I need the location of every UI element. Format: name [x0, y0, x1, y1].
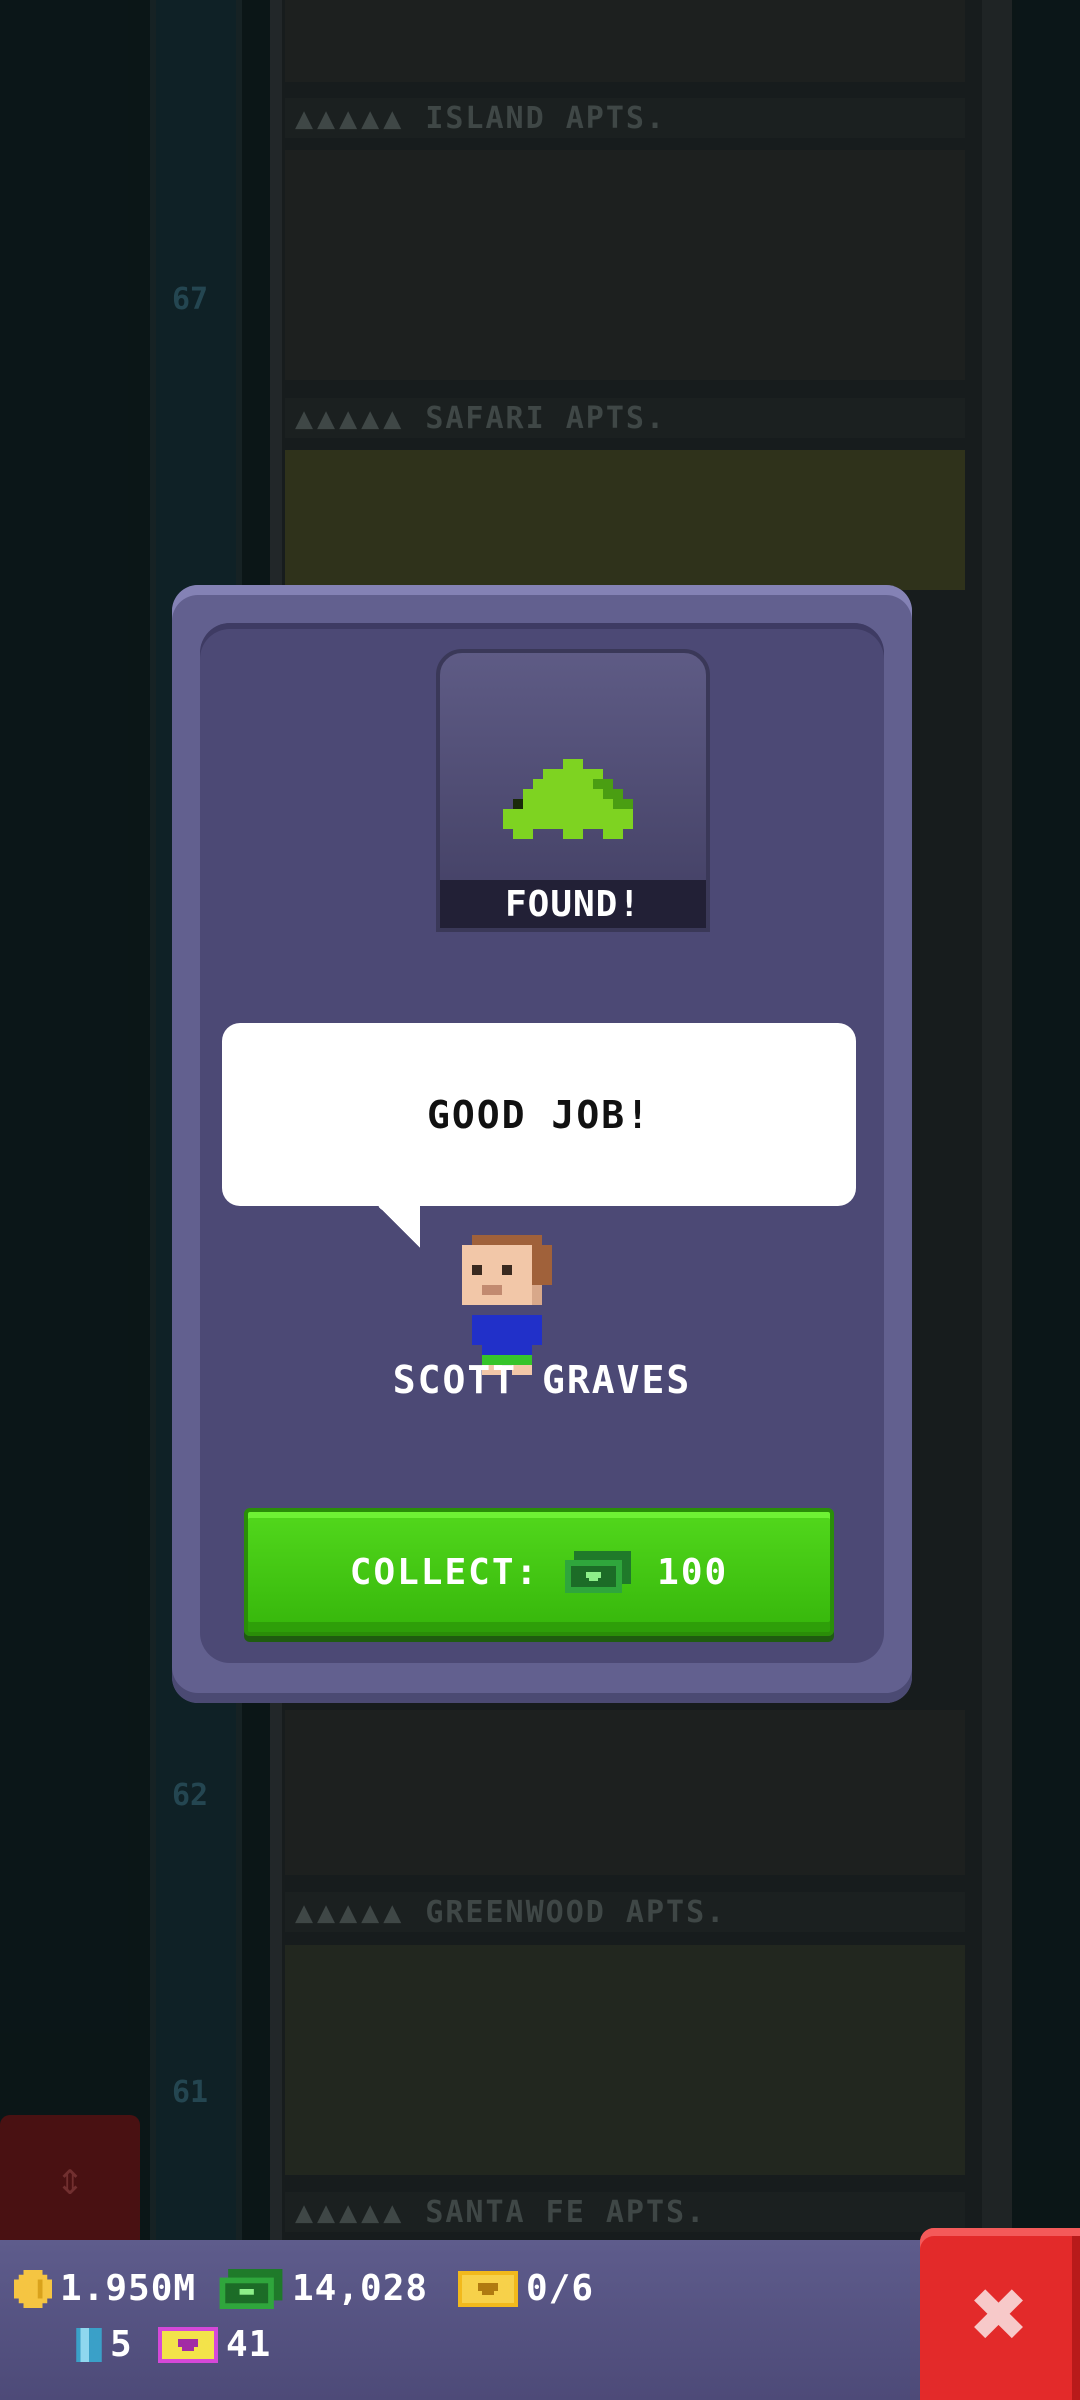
status-bar: 1.950M 14,028 0/6 5 41 [0, 2240, 1080, 2400]
found-label: FOUND! [440, 880, 706, 928]
speech-bubble: GOOD JOB! [222, 1023, 856, 1206]
green-stegosaurus-icon [503, 759, 633, 839]
dialog-panel: FOUND! GOOD JOB! SCOTT GRAVES COLLECT: 1… [200, 623, 884, 1663]
bux-icon [219, 2268, 283, 2309]
speech-bubble-tail [378, 1205, 420, 1249]
vip-ticket-icon [158, 2326, 218, 2363]
resident-avatar [462, 1235, 552, 1375]
vip-counter[interactable]: 41 [158, 2324, 271, 2365]
bux-icon [565, 1551, 632, 1593]
collect-button[interactable]: COLLECT: 100 [244, 1508, 834, 1636]
found-item-frame: FOUND! [436, 649, 710, 932]
blue-key-icon [76, 2327, 102, 2362]
tickets-value: 0/6 [526, 2268, 595, 2309]
found-item-dialog: FOUND! GOOD JOB! SCOTT GRAVES COLLECT: 1… [172, 585, 912, 1703]
keys-value: 5 [110, 2324, 133, 2365]
coins-counter[interactable]: 1.950M [14, 2268, 196, 2309]
coins-value: 1.950M [60, 2268, 197, 2309]
vip-value: 41 [226, 2324, 272, 2365]
close-button[interactable]: ✖ [920, 2228, 1080, 2400]
golden-ticket-icon [458, 2270, 518, 2307]
bux-value: 14,028 [292, 2268, 429, 2309]
tickets-counter[interactable]: 0/6 [458, 2268, 594, 2309]
bux-counter[interactable]: 14,028 [218, 2268, 428, 2309]
collect-label: COLLECT: [349, 1551, 540, 1593]
resident-name: SCOTT GRAVES [392, 1358, 692, 1402]
coin-icon [14, 2269, 52, 2308]
keys-counter[interactable]: 5 [76, 2324, 133, 2365]
close-icon: ✖ [971, 2258, 1029, 2370]
collect-amount: 100 [657, 1551, 729, 1593]
